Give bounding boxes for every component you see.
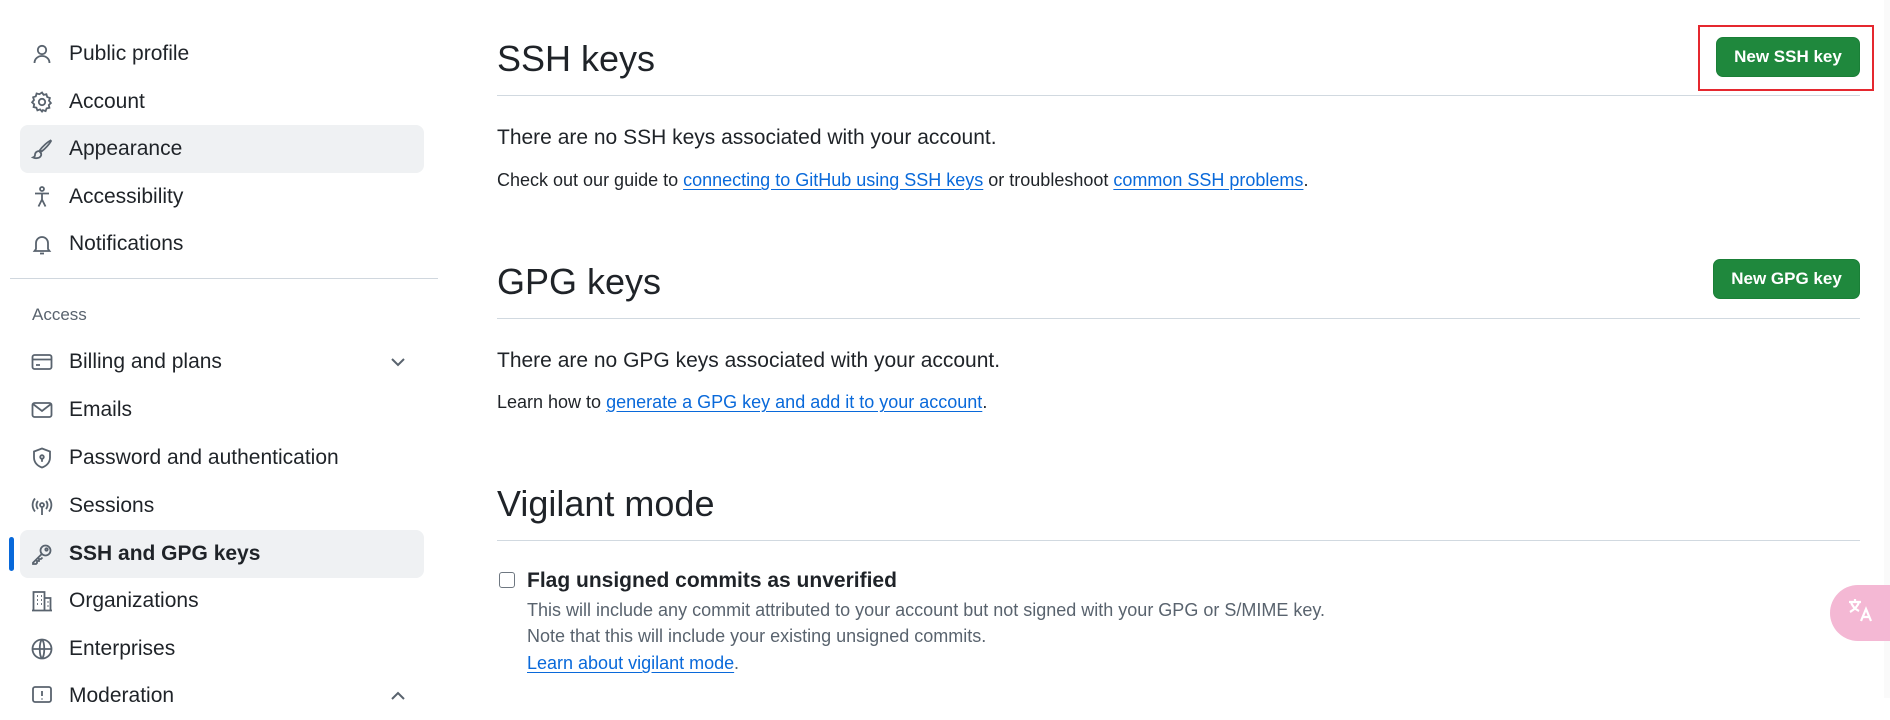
section-divider xyxy=(497,95,1860,96)
paintbrush-icon xyxy=(30,137,54,161)
gpg-help-text: Learn how to generate a GPG key and add … xyxy=(497,392,987,413)
sidebar-item-accessibility[interactable]: Accessibility xyxy=(20,173,424,221)
sidebar-item-emails[interactable]: Emails xyxy=(20,386,424,434)
key-icon xyxy=(30,542,54,566)
sidebar-item-label: Enterprises xyxy=(69,637,176,660)
ssh-help-text: Check out our guide to connecting to Git… xyxy=(497,170,1308,191)
active-indicator xyxy=(9,537,14,571)
chevron-down-icon[interactable] xyxy=(386,350,410,374)
translate-icon xyxy=(1845,595,1875,631)
sidebar-item-label: Organizations xyxy=(69,589,199,612)
help-text-middle: or troubleshoot xyxy=(983,170,1114,190)
ssh-empty-message: There are no SSH keys associated with yo… xyxy=(497,126,997,149)
sidebar-item-label: Sessions xyxy=(69,494,155,517)
help-text-suffix: . xyxy=(982,392,988,412)
sidebar-item-label: Moderation xyxy=(69,684,175,707)
settings-sidebar: Public profile Account Appearance Access… xyxy=(0,0,448,707)
vigilant-note: Note that this will include your existin… xyxy=(527,626,987,646)
sidebar-heading-access: Access xyxy=(32,305,87,324)
section-divider xyxy=(497,318,1860,319)
sidebar-item-label: Password and authentication xyxy=(69,446,339,469)
chevron-up-icon[interactable] xyxy=(386,684,410,708)
broadcast-icon xyxy=(30,494,54,518)
section-divider xyxy=(497,540,1860,541)
sidebar-item-enterprises[interactable]: Enterprises xyxy=(20,625,424,673)
gpg-guide-link[interactable]: generate a GPG key and add it to your ac… xyxy=(606,392,982,412)
sidebar-item-appearance[interactable]: Appearance xyxy=(20,125,424,173)
vigilant-description: This will include any commit attributed … xyxy=(527,600,1326,620)
sidebar-item-billing[interactable]: Billing and plans xyxy=(20,338,424,386)
person-icon xyxy=(30,42,54,66)
ssh-problems-link[interactable]: common SSH problems xyxy=(1113,170,1303,190)
sidebar-item-password[interactable]: Password and authentication xyxy=(20,434,424,482)
sidebar-item-notifications[interactable]: Notifications xyxy=(20,220,424,268)
vigilant-mode-title: Vigilant mode xyxy=(497,483,715,524)
sidebar-item-label: Notifications xyxy=(69,232,184,255)
gear-icon xyxy=(30,90,54,114)
sidebar-item-label: Appearance xyxy=(69,137,183,160)
new-gpg-key-button[interactable]: New GPG key xyxy=(1713,259,1860,299)
vigilant-mode-link[interactable]: Learn about vigilant mode xyxy=(527,653,734,674)
report-icon xyxy=(30,684,54,708)
sidebar-item-label: Accessibility xyxy=(69,185,184,208)
link-suffix: . xyxy=(734,653,740,673)
globe-icon xyxy=(30,637,54,661)
shield-lock-icon xyxy=(30,446,54,470)
ssh-guide-link[interactable]: connecting to GitHub using SSH keys xyxy=(683,170,983,190)
sidebar-item-public-profile[interactable]: Public profile xyxy=(20,30,424,78)
new-ssh-key-button[interactable]: New SSH key xyxy=(1716,37,1860,77)
sidebar-item-label: Public profile xyxy=(69,42,190,65)
ssh-keys-title: SSH keys xyxy=(497,38,656,79)
sidebar-item-ssh-gpg-keys[interactable]: SSH and GPG keys xyxy=(20,530,424,578)
sidebar-item-moderation[interactable]: Moderation xyxy=(20,672,424,720)
sidebar-item-label: SSH and GPG keys xyxy=(69,542,261,565)
mail-icon xyxy=(30,398,54,422)
sidebar-item-organizations[interactable]: Organizations xyxy=(20,577,424,625)
gpg-keys-title: GPG keys xyxy=(497,261,662,302)
flag-unsigned-checkbox[interactable] xyxy=(499,572,515,588)
gpg-empty-message: There are no GPG keys associated with yo… xyxy=(497,349,1001,372)
sidebar-item-account[interactable]: Account xyxy=(20,78,424,126)
credit-card-icon xyxy=(30,350,54,374)
sidebar-item-label: Emails xyxy=(69,398,133,421)
help-text-prefix: Learn how to xyxy=(497,392,607,412)
sidebar-item-sessions[interactable]: Sessions xyxy=(20,482,424,530)
accessibility-icon xyxy=(30,185,54,209)
bell-icon xyxy=(30,232,54,256)
sidebar-divider xyxy=(10,278,438,279)
sidebar-item-label: Account xyxy=(69,90,145,113)
help-text-prefix: Check out our guide to xyxy=(497,170,684,190)
sidebar-item-label: Billing and plans xyxy=(69,350,222,373)
translate-button[interactable] xyxy=(1830,585,1890,641)
organization-icon xyxy=(30,589,54,613)
flag-unsigned-label[interactable]: Flag unsigned commits as unverified xyxy=(527,569,897,593)
help-text-suffix: . xyxy=(1303,170,1309,190)
